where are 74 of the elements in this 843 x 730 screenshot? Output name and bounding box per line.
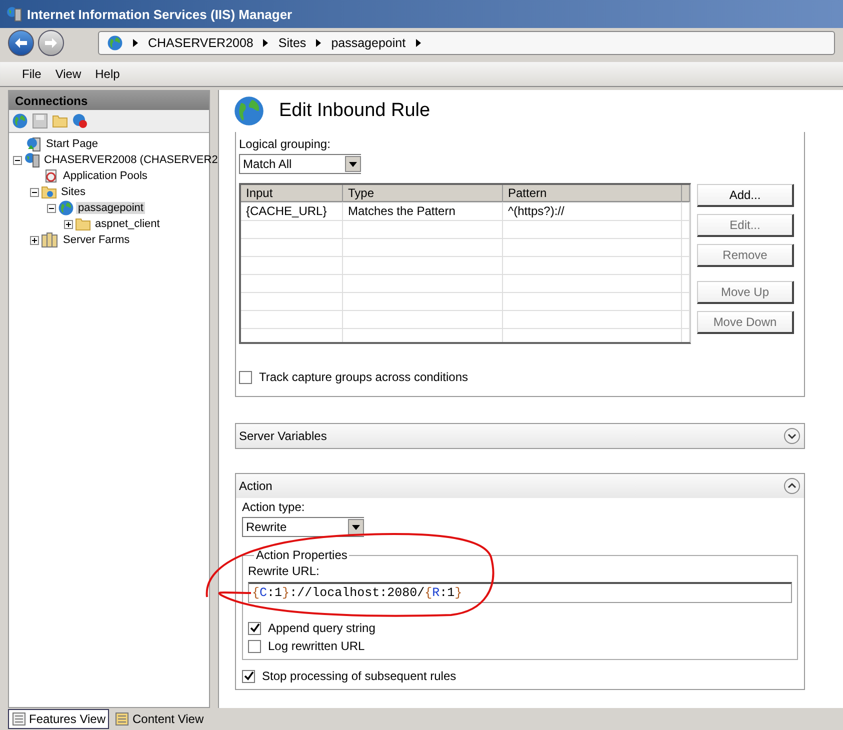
back-button[interactable]	[8, 30, 34, 56]
window-title: Internet Information Services (IIS) Manager	[27, 6, 292, 22]
connect-icon	[12, 113, 28, 129]
folder-icon	[75, 217, 91, 231]
checkbox[interactable]	[239, 370, 252, 384]
checkbox-label: Stop processing of subsequent rules	[262, 669, 456, 683]
input-field[interactable]: {C:1}://localhost:2080/{R:1}	[248, 582, 792, 603]
field-label: Logical grouping:	[239, 137, 332, 151]
breadcrumb[interactable]: passagepoint	[331, 36, 406, 50]
chevron-right-icon	[416, 39, 421, 47]
globe-icon	[107, 35, 123, 51]
panel-header: Connections	[9, 91, 209, 110]
table-cell: Matches the Pattern	[343, 203, 503, 220]
checkbox[interactable]	[248, 640, 261, 652]
arrow-left-icon	[14, 37, 28, 49]
list-icon	[12, 712, 26, 726]
document-icon	[115, 712, 130, 726]
section-header[interactable]: Action	[236, 474, 804, 498]
collapse-icon[interactable]	[13, 156, 22, 164]
tree-item[interactable]: aspnet_client	[93, 218, 162, 230]
tree-item[interactable]: Sites	[59, 186, 88, 198]
server-farm-icon	[41, 232, 59, 248]
menu-item[interactable]: Help	[95, 67, 120, 81]
tree-item[interactable]: Server Farms	[61, 234, 132, 246]
section-header[interactable]: Server Variables	[236, 424, 804, 448]
table-cell: {CACHE_URL}	[241, 203, 343, 220]
address-bar[interactable]: CHASERVER2008 Sites passagepoint	[98, 31, 835, 55]
app-icon	[6, 6, 22, 22]
app-pool-icon	[43, 168, 59, 184]
tree-item[interactable]: CHASERVER2008 (CHASERVER2	[42, 154, 220, 166]
expand-icon[interactable]	[784, 428, 800, 444]
chevron-right-icon	[133, 39, 138, 47]
checkbox-label: Log rewritten URL	[268, 639, 365, 653]
sites-folder-icon	[41, 185, 57, 199]
column-header[interactable]: Pattern	[503, 185, 682, 202]
expand-icon[interactable]	[64, 220, 73, 228]
disconnect-icon	[72, 113, 88, 129]
save-icon	[32, 113, 48, 129]
field-label: Action type:	[242, 500, 306, 514]
group-title: Action Properties	[255, 548, 348, 562]
column-header[interactable]: Input	[241, 185, 343, 202]
checkbox[interactable]	[248, 622, 261, 634]
checkbox-label: Track capture groups across conditions	[259, 370, 468, 384]
start-page-icon	[26, 136, 42, 152]
forward-button[interactable]	[38, 30, 64, 56]
chevron-right-icon	[316, 39, 322, 47]
menu-item[interactable]: File	[22, 67, 42, 81]
site-globe-icon	[58, 200, 74, 216]
menu-item[interactable]: View	[55, 67, 82, 81]
collapse-icon[interactable]	[30, 188, 39, 196]
checkbox-label: Append query string	[268, 621, 376, 635]
checkbox[interactable]	[242, 670, 255, 682]
tree-item[interactable]: Application Pools	[61, 170, 150, 182]
globe-icon	[233, 95, 265, 127]
breadcrumb[interactable]: CHASERVER2008	[148, 36, 254, 50]
page-title: Edit Inbound Rule	[279, 100, 430, 122]
chevron-right-icon	[263, 39, 268, 47]
folder-up-icon	[52, 114, 68, 128]
tree-item[interactable]: Start Page	[44, 138, 100, 150]
arrow-right-icon	[44, 37, 58, 49]
action-type-dropdown[interactable]: Rewrite	[242, 517, 364, 537]
field-label: Rewrite URL:	[248, 564, 320, 578]
tree-item[interactable]: passagepoint	[76, 202, 146, 214]
action-button[interactable]: Add...	[697, 184, 794, 207]
table-cell: ^(https?)://	[503, 203, 682, 220]
collapse-icon[interactable]	[47, 204, 56, 212]
breadcrumb[interactable]: Sites	[278, 36, 306, 50]
view-tab[interactable]: Features View	[8, 709, 110, 729]
expand-icon[interactable]	[30, 236, 39, 244]
grouping-dropdown[interactable]: Match All	[239, 154, 361, 174]
column-header[interactable]: Type	[343, 185, 503, 202]
view-tab[interactable]: Content View	[111, 709, 208, 729]
server-icon	[24, 152, 40, 168]
collapse-icon[interactable]	[784, 478, 800, 494]
